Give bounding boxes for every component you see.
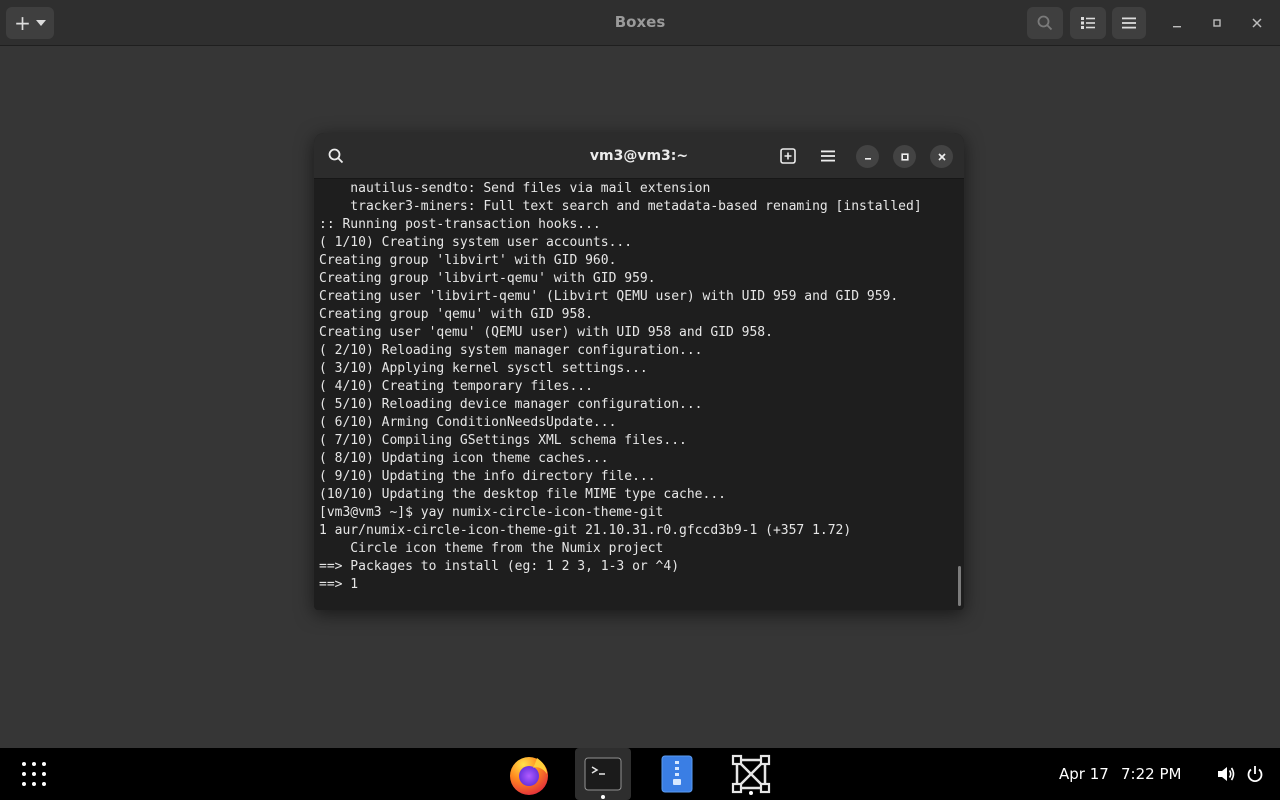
taskbar: Apr 17 7:22 PM: [0, 748, 1280, 800]
dock-terminal[interactable]: [575, 748, 631, 800]
maximize-icon: [1213, 19, 1221, 27]
grid-dot: [42, 772, 46, 776]
dock-boxes[interactable]: [727, 752, 775, 796]
terminal-line: ( 5/10) Reloading device manager configu…: [319, 397, 703, 412]
running-indicator: [749, 791, 753, 795]
terminal-maximize-button[interactable]: [893, 145, 916, 168]
terminal-input-line[interactable]: ==> 1: [319, 576, 955, 594]
terminal-line: nautilus-sendto: Send files via mail ext…: [319, 181, 711, 196]
terminal-icon: [584, 757, 622, 791]
terminal-line: Creating user 'qemu' (QEMU user) with UI…: [319, 325, 773, 340]
minimize-icon: [864, 157, 871, 160]
terminal-line: ( 3/10) Applying kernel sysctl settings.…: [319, 361, 648, 376]
hamburger-menu-icon: [1122, 17, 1136, 29]
main-menu-button[interactable]: [1112, 7, 1146, 39]
terminal-line: ( 4/10) Creating temporary files...: [319, 379, 593, 394]
minimize-button[interactable]: [1166, 12, 1188, 34]
search-button[interactable]: [1027, 7, 1063, 39]
terminal-line: Circle icon theme from the Numix project: [319, 541, 664, 556]
terminal-line: ( 7/10) Compiling GSettings XML schema f…: [319, 433, 687, 448]
terminal-line: ( 2/10) Reloading system manager configu…: [319, 343, 703, 358]
boxes-icon: [731, 754, 771, 794]
grid-dot: [42, 782, 46, 786]
terminal-line: ( 8/10) Updating icon theme caches...: [319, 451, 609, 466]
terminal-prompt-line: [vm3@vm3 ~]$ yay numix-circle-icon-theme…: [319, 505, 664, 520]
terminal-line: Creating group 'qemu' with GID 958.: [319, 307, 593, 322]
grid-dot: [42, 762, 46, 766]
terminal-scrollbar[interactable]: [958, 566, 961, 606]
boxes-header-bar: + Boxes: [0, 0, 1280, 46]
terminal-line: ( 9/10) Updating the info directory file…: [319, 469, 656, 484]
close-button[interactable]: [1246, 12, 1268, 34]
terminal-line: :: Running post-transaction hooks...: [319, 217, 601, 232]
power-button[interactable]: [1246, 765, 1264, 787]
terminal-minimize-button[interactable]: [856, 145, 879, 168]
dock-firefox[interactable]: [505, 752, 553, 796]
terminal-output[interactable]: nautilus-sendto: Send files via mail ext…: [319, 180, 955, 608]
terminal-close-button[interactable]: [930, 145, 953, 168]
clock-time[interactable]: 7:22 PM: [1121, 765, 1181, 783]
firefox-icon: [510, 757, 548, 795]
grid-dot: [32, 782, 36, 786]
terminal-line: ( 1/10) Creating system user accounts...: [319, 235, 633, 250]
grid-dot: [32, 772, 36, 776]
new-tab-icon: [780, 148, 796, 164]
maximize-button[interactable]: [1206, 12, 1228, 34]
close-icon: [1252, 18, 1262, 28]
grid-dot: [22, 772, 26, 776]
running-indicator: [601, 795, 605, 799]
volume-button[interactable]: [1216, 765, 1236, 787]
clock-date[interactable]: Apr 17: [1059, 765, 1109, 783]
grid-dot: [22, 782, 26, 786]
terminal-line: ( 6/10) Arming ConditionNeedsUpdate...: [319, 415, 617, 430]
volume-icon: [1218, 767, 1235, 781]
search-icon: [1037, 15, 1053, 31]
power-icon: [1247, 766, 1263, 783]
minimize-icon: [1173, 26, 1181, 28]
grid-dot: [32, 762, 36, 766]
list-view-button[interactable]: [1070, 7, 1106, 39]
grid-dot: [22, 762, 26, 766]
list-view-icon: [1081, 17, 1095, 29]
files-icon: [661, 755, 693, 793]
terminal-line: Creating user 'libvirt-qemu' (Libvirt QE…: [319, 289, 899, 304]
terminal-window: vm3@vm3:~ nautilus-sendto: Send files vi…: [314, 133, 964, 610]
show-apps-button[interactable]: [20, 760, 48, 788]
terminal-line: tracker3-miners: Full text search and me…: [319, 199, 922, 214]
terminal-line: 1 aur/numix-circle-icon-theme-git 21.10.…: [319, 523, 852, 538]
terminal-line: (10/10) Updating the desktop file MIME t…: [319, 487, 726, 502]
close-icon: [937, 152, 946, 161]
terminal-line: Creating group 'libvirt' with GID 960.: [319, 253, 617, 268]
dock-files[interactable]: [653, 752, 701, 796]
terminal-line: Creating group 'libvirt-qemu' with GID 9…: [319, 271, 656, 286]
terminal-menu-button[interactable]: [816, 144, 840, 168]
terminal-line: ==> Packages to install (eg: 1 2 3, 1-3 …: [319, 559, 680, 574]
new-tab-button[interactable]: [776, 144, 800, 168]
hamburger-menu-icon: [821, 150, 835, 162]
terminal-header-bar: vm3@vm3:~: [314, 133, 964, 179]
maximize-icon: [900, 152, 909, 161]
